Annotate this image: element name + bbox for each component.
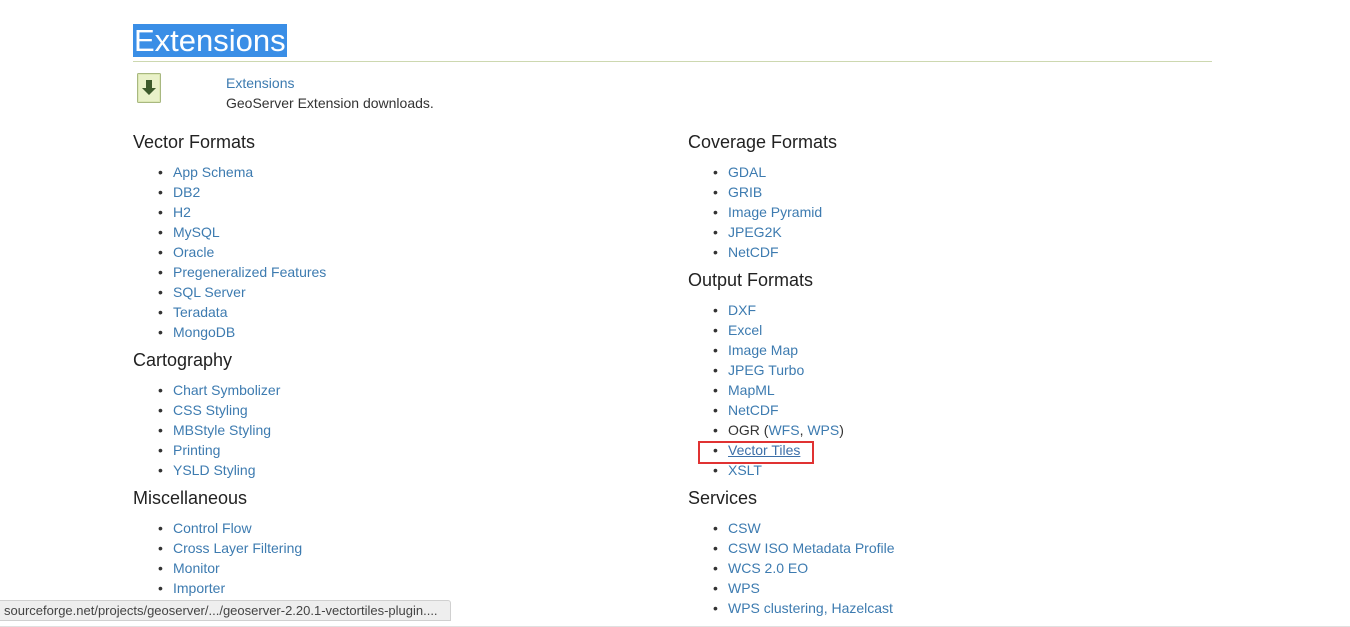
- page-title: Extensions: [133, 23, 287, 58]
- list-item: Image Pyramid: [688, 202, 1208, 222]
- extension-link-csw-iso-metadata-profile[interactable]: CSW ISO Metadata Profile: [728, 540, 895, 556]
- list-item: WPS clustering, Hazelcast: [688, 598, 1208, 618]
- extension-link-mongodb[interactable]: MongoDB: [173, 324, 235, 340]
- list-item: YSLD Styling: [133, 460, 653, 480]
- extension-list: App Schema DB2 H2 MySQL Oracle Pregeneralized…: [133, 154, 653, 348]
- extension-list: CSW CSW ISO Metadata Profile WCS 2.0 EO WPS…: [688, 510, 1208, 624]
- extensions-description: GeoServer Extension downloads.: [226, 95, 434, 111]
- extension-list: Control Flow Cross Layer Filtering Monitor…: [133, 510, 653, 604]
- extension-link-netcdf[interactable]: NetCDF: [728, 402, 779, 418]
- extension-link-image-map[interactable]: Image Map: [728, 342, 798, 358]
- extension-list: GDAL GRIB Image Pyramid JPEG2K NetCDF: [688, 154, 1208, 268]
- list-item: WCS 2.0 EO: [688, 558, 1208, 578]
- extension-link-teradata[interactable]: Teradata: [173, 304, 227, 320]
- list-item: JPEG2K: [688, 222, 1208, 242]
- list-item: MySQL: [133, 222, 653, 242]
- list-item-prefix: OGR (: [728, 422, 769, 438]
- extension-link-monitor[interactable]: Monitor: [173, 560, 220, 576]
- extension-link-gdal[interactable]: GDAL: [728, 164, 766, 180]
- extension-list: Chart Symbolizer CSS Styling MBStyle Styli…: [133, 372, 653, 486]
- list-item: SQL Server: [133, 282, 653, 302]
- list-item: CSW: [688, 518, 1208, 538]
- extension-link-excel[interactable]: Excel: [728, 322, 762, 338]
- section-miscellaneous: Miscellaneous Control Flow Cross Layer Fil…: [133, 486, 653, 604]
- annotation-highlight-box: [698, 441, 814, 464]
- list-item: NetCDF: [688, 242, 1208, 262]
- download-arrow-icon: [137, 73, 161, 103]
- list-item: MapML: [688, 380, 1208, 400]
- extension-link-jpeg2k[interactable]: JPEG2K: [728, 224, 782, 240]
- list-item: Chart Symbolizer: [133, 380, 653, 400]
- section-heading: Output Formats: [688, 270, 814, 290]
- list-item: App Schema: [133, 162, 653, 182]
- section-cartography: Cartography Chart Symbolizer CSS Styling MB…: [133, 348, 653, 486]
- section-vector-formats: Vector Formats App Schema DB2 H2 MySQL Oracle…: [133, 130, 653, 348]
- extension-link-csw[interactable]: CSW: [728, 520, 761, 536]
- extension-link-sql-server[interactable]: SQL Server: [173, 284, 246, 300]
- extension-link-jpeg-turbo[interactable]: JPEG Turbo: [728, 362, 804, 378]
- list-item: Image Map: [688, 340, 1208, 360]
- list-item: GDAL: [688, 162, 1208, 182]
- extension-link-control-flow[interactable]: Control Flow: [173, 520, 252, 536]
- extension-link-dxf[interactable]: DXF: [728, 302, 756, 318]
- section-heading: Services: [688, 488, 758, 508]
- extension-link-ysld-styling[interactable]: YSLD Styling: [173, 462, 255, 478]
- extension-link-wps[interactable]: WPS: [728, 580, 760, 596]
- left-column: Vector Formats App Schema DB2 H2 MySQL Oracle…: [133, 130, 653, 604]
- list-item: Cross Layer Filtering: [133, 538, 653, 558]
- extension-link-wps[interactable]: WPS: [807, 422, 839, 438]
- list-item: DXF: [688, 300, 1208, 320]
- extension-link-mbstyle-styling[interactable]: MBStyle Styling: [173, 422, 271, 438]
- extensions-link[interactable]: Extensions: [226, 75, 294, 92]
- list-item: JPEG Turbo: [688, 360, 1208, 380]
- extension-link-db2[interactable]: DB2: [173, 184, 200, 200]
- extension-link-importer[interactable]: Importer: [173, 580, 225, 596]
- list-item: DB2: [133, 182, 653, 202]
- list-item: CSW ISO Metadata Profile: [688, 538, 1208, 558]
- extension-link-printing[interactable]: Printing: [173, 442, 220, 458]
- extension-link-wps-clustering-hazelcast[interactable]: WPS clustering, Hazelcast: [728, 600, 893, 616]
- extension-link-oracle[interactable]: Oracle: [173, 244, 214, 260]
- list-item: NetCDF: [688, 400, 1208, 420]
- section-heading: Miscellaneous: [133, 488, 248, 508]
- section-heading: Vector Formats: [133, 132, 256, 152]
- extension-link-app-schema[interactable]: App Schema: [173, 164, 253, 180]
- extension-link-pregeneralized-features[interactable]: Pregeneralized Features: [173, 264, 326, 280]
- extension-link-wfs[interactable]: WFS: [768, 422, 799, 438]
- list-item-suffix: ): [839, 422, 844, 438]
- extension-link-css-styling[interactable]: CSS Styling: [173, 402, 248, 418]
- list-item: MBStyle Styling: [133, 420, 653, 440]
- list-item: Teradata: [133, 302, 653, 322]
- section-heading: Coverage Formats: [688, 132, 838, 152]
- extension-link-mysql[interactable]: MySQL: [173, 224, 220, 240]
- list-item: Control Flow: [133, 518, 653, 538]
- list-item: WPS: [688, 578, 1208, 598]
- section-heading: Cartography: [133, 350, 233, 370]
- extension-link-wcs-2-0-eo[interactable]: WCS 2.0 EO: [728, 560, 808, 576]
- section-coverage-formats: Coverage Formats GDAL GRIB Image Pyramid JPE…: [688, 130, 1208, 268]
- extension-link-cross-layer-filtering[interactable]: Cross Layer Filtering: [173, 540, 302, 556]
- section-services: Services CSW CSW ISO Metadata Profile WCS 2…: [688, 486, 1208, 624]
- list-item: CSS Styling: [133, 400, 653, 420]
- list-item: OGR (WFS, WPS): [688, 420, 1208, 440]
- list-item: Oracle: [133, 242, 653, 262]
- extension-link-xslt[interactable]: XSLT: [728, 462, 762, 478]
- list-item: Printing: [133, 440, 653, 460]
- extension-link-chart-symbolizer[interactable]: Chart Symbolizer: [173, 382, 280, 398]
- extension-link-netcdf[interactable]: NetCDF: [728, 244, 779, 260]
- title-divider: [133, 61, 1212, 62]
- extension-link-h2[interactable]: H2: [173, 204, 191, 220]
- list-item: Monitor: [133, 558, 653, 578]
- list-item: GRIB: [688, 182, 1208, 202]
- list-item: MongoDB: [133, 322, 653, 342]
- status-bar-url: sourceforge.net/projects/geoserver/.../g…: [0, 600, 451, 621]
- list-item: Importer: [133, 578, 653, 598]
- extension-link-mapml[interactable]: MapML: [728, 382, 775, 398]
- list-item: Excel: [688, 320, 1208, 340]
- list-item: Pregeneralized Features: [133, 262, 653, 282]
- extension-link-grib[interactable]: GRIB: [728, 184, 762, 200]
- right-column: Coverage Formats GDAL GRIB Image Pyramid JPE…: [688, 130, 1208, 624]
- list-item: H2: [133, 202, 653, 222]
- extension-link-image-pyramid[interactable]: Image Pyramid: [728, 204, 822, 220]
